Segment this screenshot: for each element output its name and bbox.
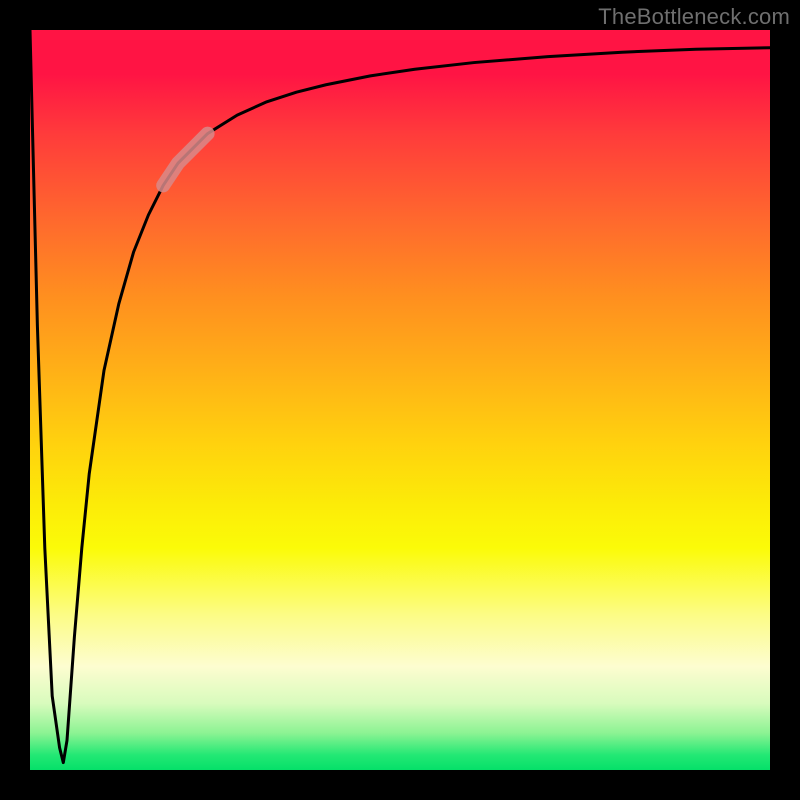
chart-frame: TheBottleneck.com bbox=[0, 0, 800, 800]
plot-area bbox=[30, 30, 770, 770]
curve-svg bbox=[30, 30, 770, 770]
bottleneck-curve bbox=[30, 30, 770, 763]
watermark-text: TheBottleneck.com bbox=[598, 4, 790, 30]
curve-highlight bbox=[163, 134, 207, 186]
